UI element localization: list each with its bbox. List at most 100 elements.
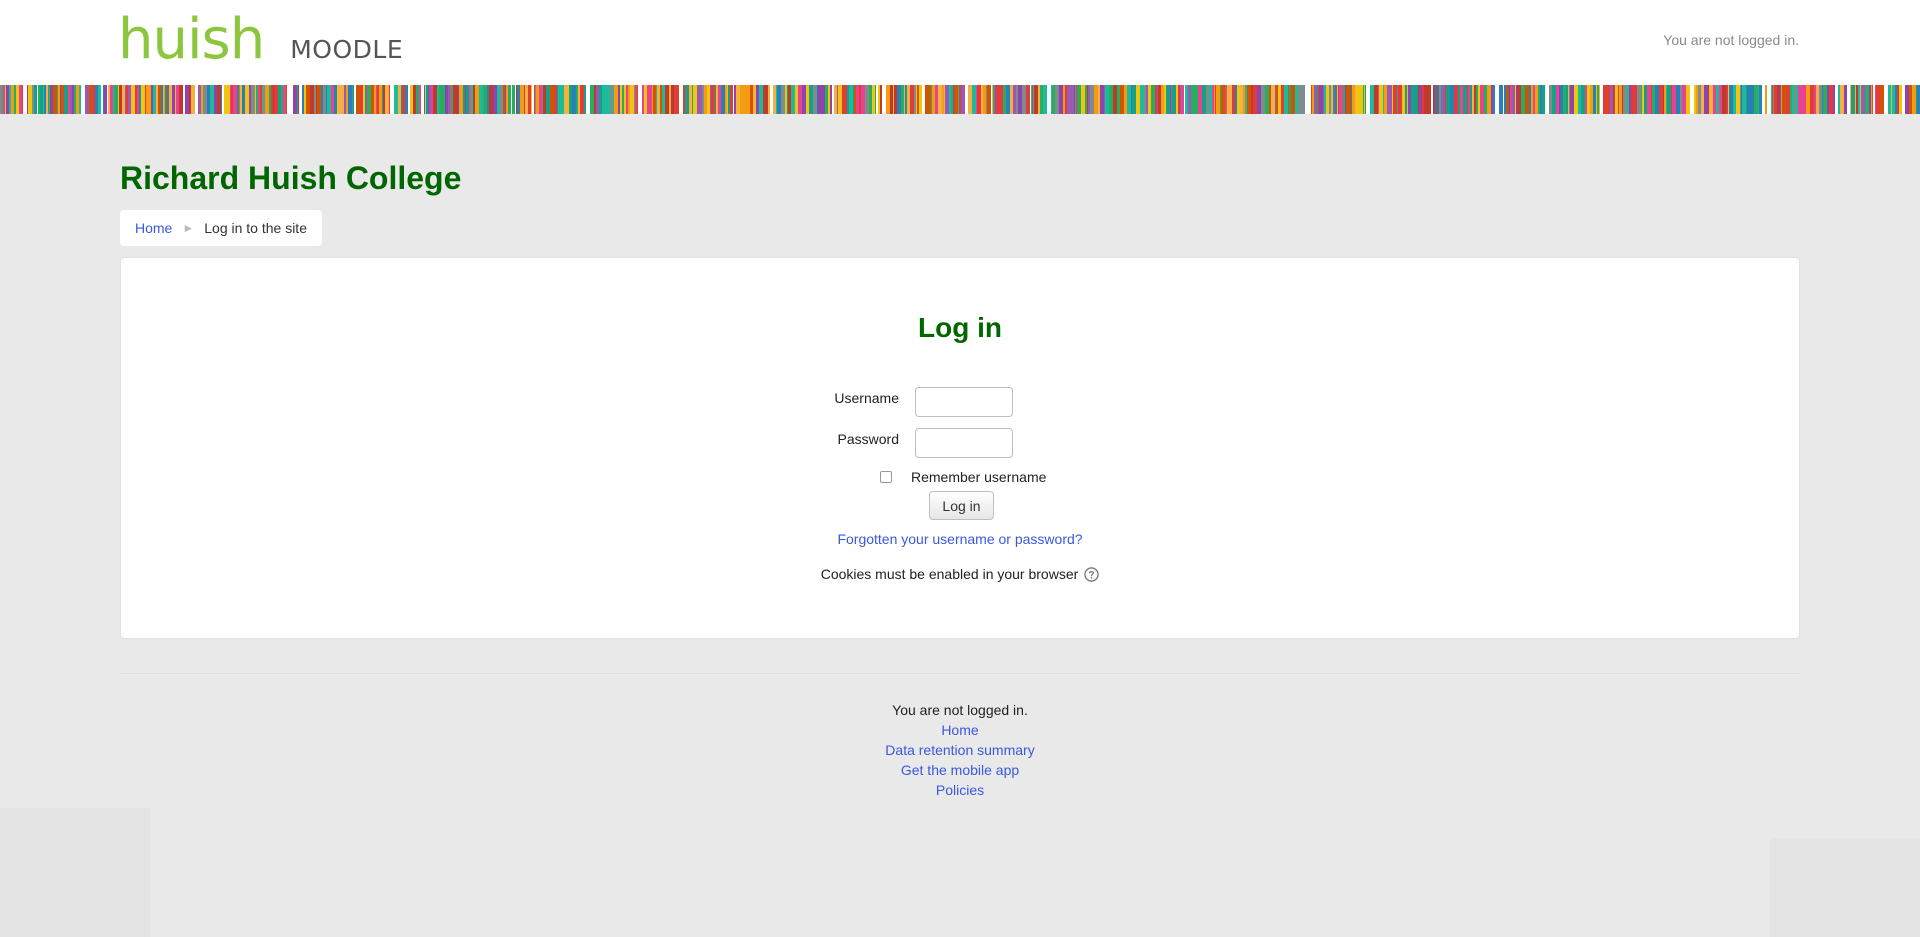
stripe-bar	[1314, 85, 1317, 114]
stripe-bar	[905, 85, 906, 114]
stripe-bar	[1794, 85, 1796, 114]
stripe-bar	[594, 85, 596, 114]
stripe-bar	[1188, 85, 1191, 114]
stripe-bar	[1308, 85, 1311, 114]
stripe-bar	[58, 85, 60, 114]
stripe-bar	[43, 85, 44, 114]
site-logo[interactable]: huish MOODLE	[118, 12, 403, 68]
stripe-bar	[785, 85, 787, 114]
stripe-bar	[821, 85, 825, 114]
stripe-bar	[421, 85, 424, 114]
stripe-bar	[50, 85, 53, 114]
stripe-bar	[201, 85, 203, 114]
stripe-bar	[633, 85, 634, 114]
stripe-bar	[1346, 85, 1348, 114]
stripe-bar	[647, 85, 651, 114]
stripe-bar	[842, 85, 843, 114]
footer-link-data-retention[interactable]: Data retention summary	[0, 740, 1920, 760]
stripe-bar	[697, 85, 698, 114]
stripe-bar	[1774, 85, 1777, 114]
stripe-bar	[346, 85, 348, 114]
stripe-bar	[755, 85, 756, 114]
stripe-bar	[1618, 85, 1619, 114]
stripe-bar	[1040, 85, 1043, 114]
stripe-bar	[1751, 85, 1754, 114]
stripe-bar	[101, 85, 103, 114]
stripe-bar	[145, 85, 146, 114]
stripe-bar	[1493, 85, 1495, 114]
stripe-bar	[389, 85, 390, 114]
stripe-bar	[1680, 85, 1682, 114]
stripe-bar	[1690, 85, 1694, 114]
stripe-bar	[1379, 85, 1383, 114]
stripe-bar	[1563, 85, 1566, 114]
stripe-bar	[1176, 85, 1177, 114]
stripe-bar	[1338, 85, 1339, 114]
stripe-bar	[1835, 85, 1838, 114]
stripe-bar	[1331, 85, 1333, 114]
username-input[interactable]	[915, 387, 1013, 417]
stripe-bar	[1144, 85, 1146, 114]
stripe-bar	[861, 85, 865, 114]
stripe-bar	[119, 85, 122, 114]
stripe-bar	[1271, 85, 1275, 114]
stripe-bar	[114, 85, 118, 114]
login-button[interactable]: Log in	[929, 491, 994, 520]
footer-divider	[120, 673, 1800, 674]
stripe-bar	[1384, 85, 1387, 114]
stripe-bar	[535, 85, 536, 114]
stripe-bar	[904, 85, 905, 114]
stripe-bar	[558, 85, 561, 114]
stripe-bar	[856, 85, 859, 114]
footer-link-mobile-app[interactable]: Get the mobile app	[0, 760, 1920, 780]
stripe-bar	[1844, 85, 1847, 114]
footer-link-home[interactable]: Home	[0, 720, 1920, 740]
stripe-bar	[175, 85, 176, 114]
stripe-bar	[263, 85, 265, 114]
stripe-bar	[1131, 85, 1132, 114]
stripe-bar	[1090, 85, 1094, 114]
remember-username-checkbox[interactable]	[880, 471, 892, 483]
stripe-bar	[283, 85, 286, 114]
stripe-bar	[140, 85, 141, 114]
stripe-bar	[374, 85, 376, 114]
stripe-bar	[354, 85, 356, 114]
stripe-bar	[721, 85, 725, 114]
stripe-bar	[995, 85, 996, 114]
stripe-bar	[104, 85, 107, 114]
stripe-bar	[448, 85, 450, 114]
stripe-bar	[1240, 85, 1243, 114]
stripe-bar	[714, 85, 715, 114]
stripe-bar	[878, 85, 880, 114]
stripe-bar	[413, 85, 416, 114]
stripe-bar	[108, 85, 110, 114]
help-question-icon[interactable]	[1084, 566, 1099, 582]
stripe-bar	[1030, 85, 1031, 114]
stripe-bar	[500, 85, 503, 114]
stripe-bar	[1148, 85, 1151, 114]
stripe-bar	[139, 85, 140, 114]
stripe-bar	[1348, 85, 1351, 114]
stripe-bar	[773, 85, 776, 114]
stripe-bar	[269, 85, 271, 114]
stripe-bar	[1510, 85, 1512, 114]
stripe-bar	[508, 85, 511, 114]
stripe-bar	[1094, 85, 1098, 114]
stripe-bar	[1104, 85, 1105, 114]
stripe-bar	[1777, 85, 1779, 114]
stripe-bar	[405, 85, 408, 114]
stripe-bar	[1610, 85, 1613, 114]
stripe-bar	[944, 85, 945, 114]
stripe-bar	[1772, 85, 1773, 114]
forgot-password-link[interactable]: Forgotten your username or password?	[837, 531, 1082, 547]
stripe-bar	[256, 85, 258, 114]
stripe-bar	[1696, 85, 1698, 114]
stripe-bar	[1916, 85, 1917, 114]
breadcrumb-home-link[interactable]: Home	[135, 220, 172, 236]
stripe-bar	[1077, 85, 1081, 114]
stripe-bar	[1356, 85, 1360, 114]
stripe-bar	[993, 85, 994, 114]
stripe-bar	[214, 85, 217, 114]
password-input[interactable]	[915, 428, 1013, 458]
footer-link-policies[interactable]: Policies	[0, 780, 1920, 800]
